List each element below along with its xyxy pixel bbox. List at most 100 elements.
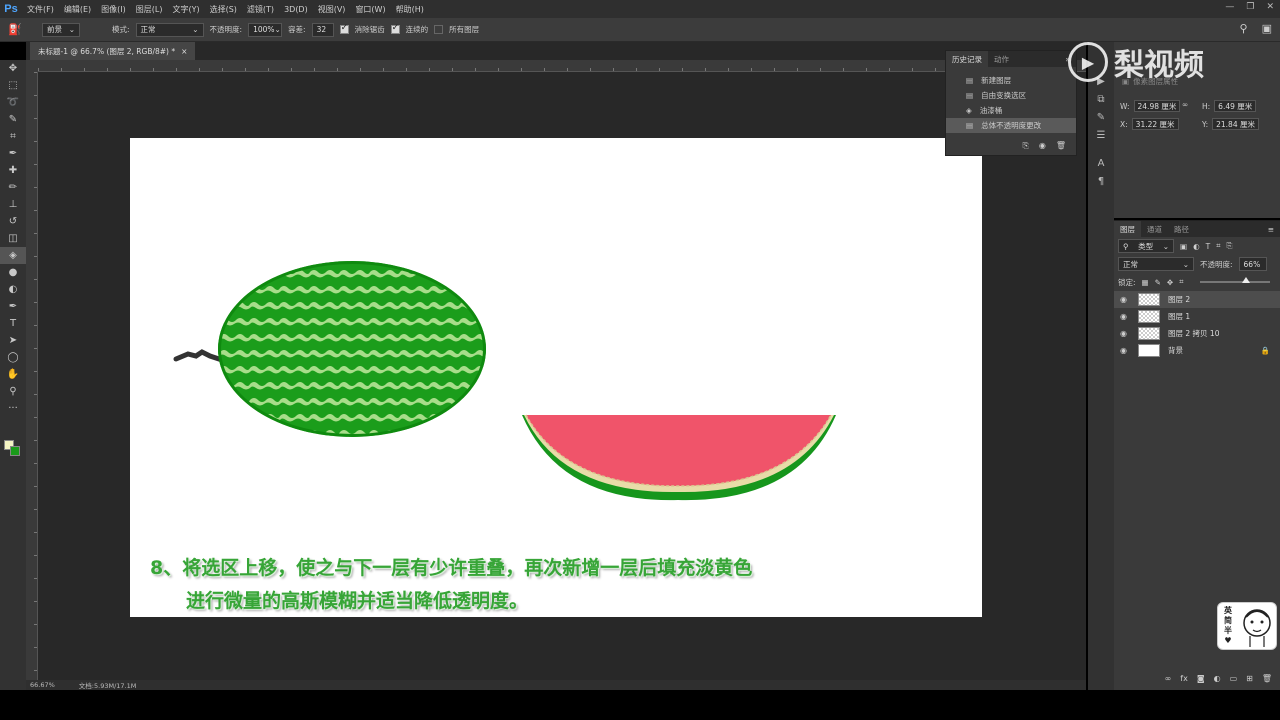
eraser-tool[interactable]: ◫: [0, 230, 26, 247]
healing-tool[interactable]: ✚: [0, 162, 26, 179]
pen-tool[interactable]: ✒: [0, 298, 26, 315]
menu-filter[interactable]: 滤镜(T): [242, 4, 279, 15]
eyedropper-tool[interactable]: ✒: [0, 145, 26, 162]
layer-row[interactable]: ◉ 图层 2 拷贝 10: [1114, 325, 1280, 342]
layer-row[interactable]: ◉ 背景 🔒: [1114, 342, 1280, 359]
tab-paths[interactable]: 路径: [1168, 221, 1195, 237]
crop-tool[interactable]: ⌗: [0, 128, 26, 145]
fill-source-select[interactable]: 前景 ⌄: [42, 22, 80, 37]
menu-layer[interactable]: 图层(L): [131, 4, 168, 15]
y-value[interactable]: 21.84 厘米: [1212, 118, 1259, 130]
eye-icon[interactable]: ◉: [1120, 312, 1130, 321]
lock-pixels-icon[interactable]: ✎: [1155, 278, 1161, 287]
contiguous-checkbox[interactable]: [390, 23, 400, 34]
layer-opacity-input[interactable]: 66%: [1238, 257, 1267, 271]
layer-name[interactable]: 图层 1: [1168, 311, 1190, 322]
filter-smart-icon[interactable]: ⎘: [1226, 241, 1232, 251]
menu-file[interactable]: 文件(F): [22, 4, 59, 15]
brush-preset-icon[interactable]: ✎: [1088, 108, 1114, 126]
document-tab[interactable]: 未标题-1 @ 66.7% (图层 2, RGB/8#) * ×: [30, 42, 196, 60]
dodge-tool[interactable]: ◐: [0, 281, 26, 298]
eye-icon[interactable]: ◉: [1120, 329, 1130, 338]
filter-pixel-icon[interactable]: ▣: [1180, 242, 1187, 251]
opacity-input[interactable]: 100% ⌄: [248, 22, 283, 37]
close-icon[interactable]: ×: [181, 47, 187, 56]
width-field[interactable]: W: 24.98 厘米: [1120, 100, 1181, 112]
eye-icon[interactable]: ◉: [1120, 295, 1130, 304]
menu-3d[interactable]: 3D(D): [279, 5, 313, 14]
quick-select-tool[interactable]: ✎: [0, 111, 26, 128]
lock-artboard-icon[interactable]: ⌗: [1179, 277, 1183, 287]
height-value[interactable]: 6.49 厘米: [1214, 100, 1257, 112]
background-color-swatch[interactable]: [10, 446, 20, 456]
antialias-checkbox[interactable]: [339, 23, 349, 34]
paint-bucket-tool-preset[interactable]: ⛽: [8, 22, 36, 38]
opacity-slider-thumb[interactable]: [1242, 277, 1251, 283]
menu-view[interactable]: 视图(V): [313, 4, 351, 15]
height-field[interactable]: H: 6.49 厘米: [1202, 100, 1257, 112]
zoom-level[interactable]: 66.67%: [30, 681, 55, 689]
trash-icon[interactable]: 🗑: [1262, 674, 1272, 688]
mask-icon[interactable]: ◙: [1197, 674, 1205, 688]
paragraph-icon[interactable]: ¶: [1088, 172, 1114, 190]
shape-tool[interactable]: ◯: [0, 349, 26, 366]
x-field[interactable]: X: 31.22 厘米: [1120, 118, 1179, 130]
brush-tool[interactable]: ✏: [0, 179, 26, 196]
link-layers-icon[interactable]: ∞: [1165, 674, 1172, 688]
menu-select[interactable]: 选择(S): [205, 4, 242, 15]
document-canvas[interactable]: 8、将选区上移，使之与下一层有少许重叠，再次新增一层后填充淡黄色 进行微量的高斯…: [130, 138, 982, 617]
settings-sliders-icon[interactable]: ☰: [1088, 126, 1114, 144]
filter-adjust-icon[interactable]: ◐: [1193, 242, 1200, 251]
mode-select[interactable]: 正常 ⌄: [135, 22, 204, 37]
panel-menu-icon[interactable]: ≡: [1268, 225, 1280, 234]
more-tools-icon[interactable]: ···: [0, 400, 26, 417]
layer-filter-select[interactable]: ⚲ 类型 ⌄: [1118, 239, 1174, 253]
menu-edit[interactable]: 编辑(E): [59, 4, 96, 15]
menu-type[interactable]: 文字(Y): [167, 4, 204, 15]
width-value[interactable]: 24.98 厘米: [1133, 100, 1181, 112]
lock-position-icon[interactable]: ✥: [1167, 278, 1173, 287]
menu-window[interactable]: 窗口(W): [350, 4, 390, 15]
character-icon[interactable]: A: [1088, 154, 1114, 172]
blur-tool[interactable]: ●: [0, 264, 26, 281]
history-brush-tool[interactable]: ↺: [0, 213, 26, 230]
close-icon[interactable]: ✕: [1266, 2, 1274, 12]
restore-icon[interactable]: ❐: [1246, 2, 1254, 12]
eye-icon[interactable]: ◉: [1120, 346, 1130, 355]
snapshot-icon[interactable]: ◉: [1039, 141, 1046, 151]
lasso-tool[interactable]: ➰: [0, 94, 26, 111]
zoom-tool[interactable]: ⚲: [0, 383, 26, 400]
trash-icon[interactable]: 🗑: [1056, 141, 1066, 151]
move-tool[interactable]: ✥: [0, 60, 26, 77]
tab-actions[interactable]: 动作: [988, 51, 1015, 67]
history-item[interactable]: ▤ 自由变换选区: [946, 88, 1076, 103]
x-value[interactable]: 31.22 厘米: [1131, 118, 1179, 130]
tab-layers[interactable]: 图层: [1114, 221, 1141, 237]
link-icon[interactable]: ∞: [1182, 100, 1188, 109]
new-document-from-state-icon[interactable]: ⎘: [1022, 141, 1028, 151]
all-layers-checkbox[interactable]: [434, 25, 444, 34]
marquee-tool[interactable]: ⬚: [0, 77, 26, 94]
tolerance-input[interactable]: 32: [311, 22, 334, 37]
fx-icon[interactable]: fx: [1180, 674, 1188, 688]
history-item[interactable]: ◈ 油漆桶: [946, 103, 1076, 118]
paint-bucket-tool[interactable]: ◈: [0, 247, 26, 264]
layer-name[interactable]: 图层 2: [1168, 294, 1190, 305]
layer-name[interactable]: 背景: [1168, 345, 1183, 356]
y-field[interactable]: Y: 21.84 厘米: [1202, 118, 1259, 130]
layer-row[interactable]: ◉ 图层 2: [1114, 291, 1280, 308]
search-icon[interactable]: ⚲: [1240, 22, 1248, 35]
type-tool[interactable]: T: [0, 315, 26, 332]
group-icon[interactable]: ▭: [1230, 674, 1238, 688]
filter-shape-icon[interactable]: ⌗: [1216, 241, 1220, 251]
workspace-icon[interactable]: ▣: [1262, 22, 1272, 35]
tab-history[interactable]: 历史记录: [946, 51, 988, 67]
stamp-tool[interactable]: ⊥: [0, 196, 26, 213]
menu-image[interactable]: 图像(I): [96, 4, 131, 15]
lock-transparency-icon[interactable]: ▦: [1142, 278, 1149, 287]
filter-type-icon[interactable]: T: [1206, 242, 1211, 251]
new-layer-icon[interactable]: ⊞: [1246, 674, 1253, 688]
hand-tool[interactable]: ✋: [0, 366, 26, 383]
history-item[interactable]: ▤ 新建图层: [946, 73, 1076, 88]
blend-mode-select[interactable]: 正常 ⌄: [1118, 257, 1194, 271]
